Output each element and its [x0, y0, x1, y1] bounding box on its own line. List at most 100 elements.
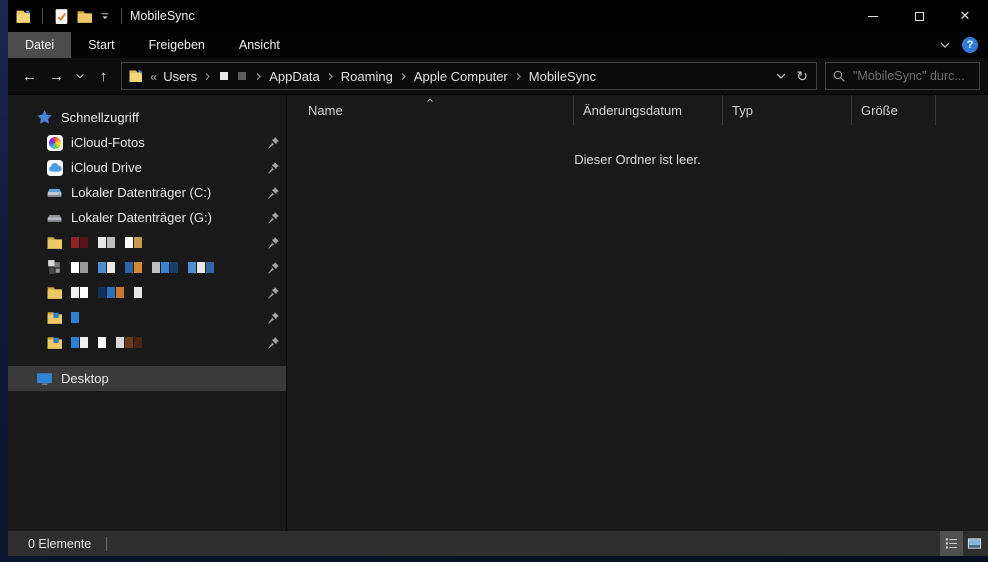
up-button[interactable]: ↑	[90, 63, 117, 89]
drive-c-icon	[46, 184, 63, 201]
pin-icon	[267, 336, 280, 349]
column-label: Typ	[732, 103, 753, 118]
breadcrumb-chevron-icon[interactable]	[253, 71, 264, 82]
close-icon: ✕	[960, 8, 971, 24]
sidebar-item-redacted[interactable]	[8, 305, 286, 330]
sidebar-item-lokaler-datentr-ger-c[interactable]: Lokaler Datenträger (C:)	[8, 180, 286, 205]
view-toggle-buttons	[940, 531, 986, 556]
photos-icon	[46, 134, 63, 151]
maximize-icon	[915, 12, 924, 21]
folder-icon	[46, 284, 63, 301]
pin-icon	[267, 311, 280, 324]
breadcrumb-chevron-icon[interactable]	[513, 71, 524, 82]
drive-g-icon	[46, 209, 63, 226]
new-folder-icon[interactable]	[76, 8, 93, 25]
thumbnails-view-icon	[967, 536, 982, 551]
pin-icon	[267, 186, 280, 199]
ribbon-tabs: DateiStartFreigebenAnsicht	[8, 32, 297, 58]
tab-freigeben[interactable]: Freigeben	[132, 32, 222, 58]
breadcrumb-segment[interactable]: MobileSync	[526, 69, 599, 84]
help-icon[interactable]: ?	[962, 37, 978, 53]
folder-blue-icon	[46, 334, 63, 351]
window-controls: ✕	[850, 0, 988, 32]
pin-icon	[267, 286, 280, 299]
address-dropdown-icon[interactable]	[774, 69, 788, 83]
sidebar-item-label: Lokaler Datenträger (G:)	[71, 210, 212, 225]
maximize-button[interactable]	[896, 0, 942, 32]
sidebar-list: Schnellzugriff iCloud-Fotos iCloud Drive Lo…	[8, 105, 286, 391]
sidebar-item-lokaler-datentr-ger-g[interactable]: Lokaler Datenträger (G:)	[8, 205, 286, 230]
breadcrumb-overflow-icon[interactable]: «	[147, 69, 160, 84]
recent-locations-dropdown[interactable]	[70, 63, 90, 89]
folder-blue-icon	[46, 309, 63, 326]
sort-ascending-icon	[424, 95, 436, 105]
search-input[interactable]	[853, 69, 973, 83]
column-label: Name	[308, 103, 343, 118]
breadcrumb-chevron-icon[interactable]	[325, 71, 336, 82]
column-header-name[interactable]: Name	[287, 95, 574, 125]
chevron-down-icon	[74, 70, 86, 82]
refresh-icon[interactable]: ↻	[796, 68, 808, 85]
sidebar-item-icloud-fotos[interactable]: iCloud-Fotos	[8, 130, 286, 155]
redacted-label-mosaic	[71, 337, 142, 348]
pin-icon	[267, 236, 280, 249]
sidebar-item-redacted[interactable]	[8, 230, 286, 255]
sidebar-item-label: Desktop	[61, 371, 109, 386]
properties-icon[interactable]	[53, 8, 70, 25]
location-folder-icon	[128, 68, 144, 84]
column-label: Größe	[861, 103, 898, 118]
window-title: MobileSync	[130, 9, 195, 23]
navigation-pane: Schnellzugriff iCloud-Fotos iCloud Drive Lo…	[8, 95, 287, 531]
breadcrumb-redacted-block	[238, 72, 246, 80]
star-icon	[36, 109, 53, 126]
app-folder-icon	[15, 8, 32, 25]
redacted-label-mosaic	[71, 262, 214, 273]
address-bar-controls: ↻	[774, 68, 812, 85]
pin-icon	[267, 161, 280, 174]
titlebar-separator	[121, 8, 122, 24]
redacted-label-mosaic	[71, 237, 142, 248]
forward-button[interactable]: →	[43, 63, 70, 89]
sidebar-item-label: iCloud Drive	[71, 160, 142, 175]
sidebar-item-redacted[interactable]	[8, 330, 286, 355]
content-area: Schnellzugriff iCloud-Fotos iCloud Drive Lo…	[8, 95, 988, 531]
collapse-ribbon-icon[interactable]	[938, 38, 952, 52]
sidebar-item-redacted[interactable]	[8, 255, 286, 280]
item-count: 0 Elemente	[28, 537, 91, 551]
sidebar-item-icloud-drive[interactable]: iCloud Drive	[8, 155, 286, 180]
breadcrumb-segment[interactable]: AppData	[266, 69, 323, 84]
close-button[interactable]: ✕	[942, 0, 988, 32]
pin-icon	[267, 136, 280, 149]
sidebar-item-label: iCloud-Fotos	[71, 135, 145, 150]
back-button[interactable]: ←	[16, 63, 43, 89]
large-icons-view-button[interactable]	[963, 531, 986, 556]
details-view-button[interactable]	[940, 531, 963, 556]
breadcrumb-segment[interactable]: Roaming	[338, 69, 396, 84]
column-label: Änderungsdatum	[583, 103, 682, 118]
quick-access-toolbar	[8, 8, 126, 25]
ribbon-tab-row: DateiStartFreigebenAnsicht ?	[8, 32, 988, 58]
sidebar-item-redacted[interactable]	[8, 280, 286, 305]
qat-dropdown-icon[interactable]	[99, 10, 111, 22]
mosaic-icon	[46, 259, 63, 276]
titlebar: MobileSync ✕	[8, 0, 988, 32]
minimize-button[interactable]	[850, 0, 896, 32]
breadcrumb-segment[interactable]: Users	[160, 69, 200, 84]
sidebar-item-label: Lokaler Datenträger (C:)	[71, 185, 211, 200]
column-header-typ[interactable]: Typ	[723, 95, 852, 125]
tab-start[interactable]: Start	[71, 32, 131, 58]
details-view-icon	[944, 536, 959, 551]
breadcrumb-segment[interactable]: Apple Computer	[411, 69, 511, 84]
breadcrumb-chevron-icon[interactable]	[398, 71, 409, 82]
search-icon	[832, 69, 846, 83]
sidebar-item-schnellzugriff[interactable]: Schnellzugriff	[8, 105, 286, 130]
breadcrumb-chevron-icon[interactable]	[202, 71, 213, 82]
column-header-gr-e[interactable]: Größe	[852, 95, 936, 125]
tab-ansicht[interactable]: Ansicht	[222, 32, 297, 58]
minimize-icon	[868, 16, 878, 17]
column-headers: Name Änderungsdatum Typ Größe	[287, 95, 988, 125]
column-header-nderungsdatum[interactable]: Änderungsdatum	[574, 95, 723, 125]
address-bar[interactable]: «Users AppData Roaming Apple Computer Mobile…	[121, 62, 817, 90]
tab-datei[interactable]: Datei	[8, 32, 71, 58]
sidebar-item-desktop[interactable]: Desktop	[8, 366, 286, 391]
